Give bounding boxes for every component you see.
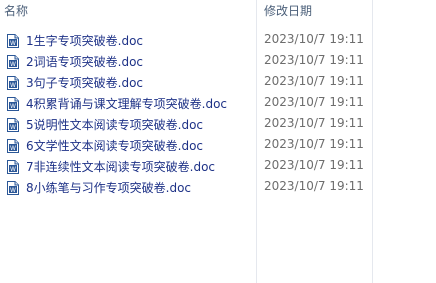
- file-row[interactable]: W 5说明性文本阅读专项突破卷.doc 2023/10/7 19:11: [0, 114, 436, 135]
- file-name: 8小练笔与习作专项突破卷.doc: [26, 181, 192, 195]
- file-name: 2词语专项突破卷.doc: [26, 55, 144, 69]
- word-document-icon: W: [7, 96, 19, 111]
- file-name: 1生字专项突破卷.doc: [26, 34, 144, 48]
- file-modified-date: 2023/10/7 19:11: [264, 95, 364, 109]
- svg-text:W: W: [10, 40, 16, 47]
- file-name: 7非连续性文本阅读专项突破卷.doc: [26, 160, 216, 174]
- svg-text:W: W: [10, 166, 16, 173]
- file-row[interactable]: W 1生字专项突破卷.doc 2023/10/7 19:11: [0, 30, 436, 51]
- svg-text:W: W: [10, 187, 16, 194]
- file-name: 3句子专项突破卷.doc: [26, 76, 144, 90]
- file-modified-date: 2023/10/7 19:11: [264, 116, 364, 130]
- word-document-icon: W: [7, 117, 19, 132]
- file-row[interactable]: W 2词语专项突破卷.doc 2023/10/7 19:11: [0, 51, 436, 72]
- file-modified-date: 2023/10/7 19:11: [264, 158, 364, 172]
- svg-text:W: W: [10, 145, 16, 152]
- file-row[interactable]: W 8小练笔与习作专项突破卷.doc 2023/10/7 19:11: [0, 177, 436, 198]
- file-row[interactable]: W 7非连续性文本阅读专项突破卷.doc 2023/10/7 19:11: [0, 156, 436, 177]
- file-row[interactable]: W 6文学性文本阅读专项突破卷.doc 2023/10/7 19:11: [0, 135, 436, 156]
- file-name: 6文学性文本阅读专项突破卷.doc: [26, 139, 204, 153]
- word-document-icon: W: [7, 75, 19, 90]
- word-document-icon: W: [7, 138, 19, 153]
- file-modified-date: 2023/10/7 19:11: [264, 137, 364, 151]
- svg-text:W: W: [10, 61, 16, 68]
- file-modified-date: 2023/10/7 19:11: [264, 32, 364, 46]
- file-row[interactable]: W 3句子专项突破卷.doc 2023/10/7 19:11: [0, 72, 436, 93]
- word-document-icon: W: [7, 54, 19, 69]
- file-name: 4积累背诵与课文理解专项突破卷.doc: [26, 97, 228, 111]
- modified-date-column-header[interactable]: 修改日期: [264, 2, 312, 19]
- column-header-bar: 名称 修改日期: [0, 0, 436, 24]
- file-list: W 1生字专项突破卷.doc 2023/10/7 19:11 W 2词语专项突破…: [0, 30, 436, 198]
- name-column-header[interactable]: 名称: [4, 2, 28, 19]
- word-document-icon: W: [7, 33, 19, 48]
- svg-text:W: W: [10, 124, 16, 131]
- svg-text:W: W: [10, 82, 16, 89]
- word-document-icon: W: [7, 159, 19, 174]
- word-document-icon: W: [7, 180, 19, 195]
- file-modified-date: 2023/10/7 19:11: [264, 53, 364, 67]
- file-modified-date: 2023/10/7 19:11: [264, 179, 364, 193]
- svg-text:W: W: [10, 103, 16, 110]
- file-row[interactable]: W 4积累背诵与课文理解专项突破卷.doc 2023/10/7 19:11: [0, 93, 436, 114]
- file-name: 5说明性文本阅读专项突破卷.doc: [26, 118, 204, 132]
- file-modified-date: 2023/10/7 19:11: [264, 74, 364, 88]
